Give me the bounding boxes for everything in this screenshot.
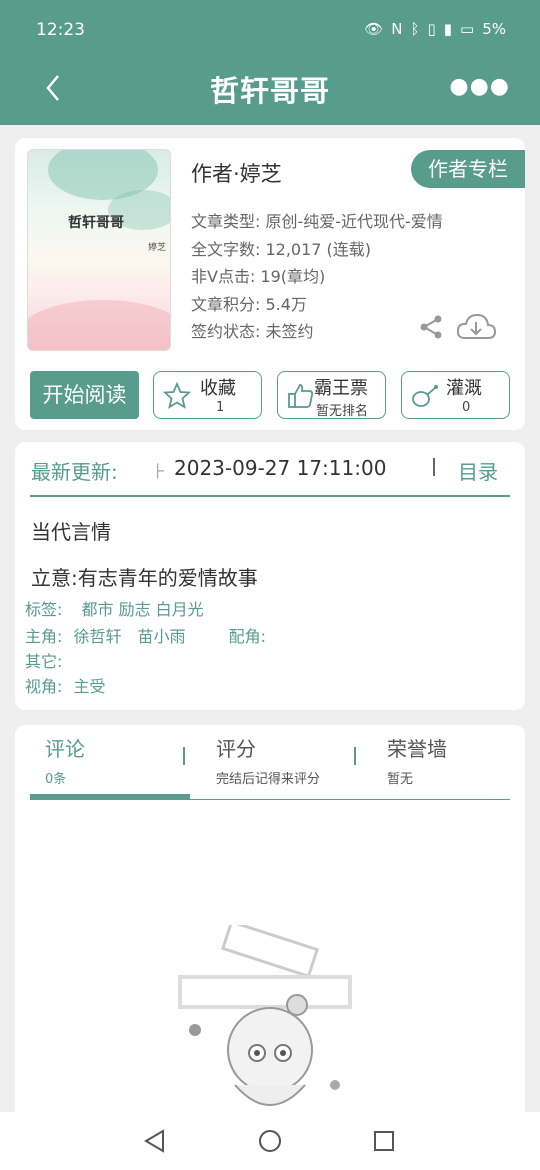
more-icon[interactable]: ●●● [449, 74, 510, 99]
book-info-card: 哲轩哥哥 婷芝 作者·婷芝 作者专栏 文章类型: 原创-纯爱-近代现代-爱情 全… [15, 138, 525, 430]
watering-can-icon [412, 385, 438, 407]
tab-rating[interactable]: 评分 完结后记得来评分 [216, 733, 320, 787]
favorite-label: 收藏 [200, 378, 236, 399]
status-icons: 👁 N ᛒ ▯ ▮ ▭ 5% [364, 20, 506, 38]
tab-honor-sub: 暂无 [387, 772, 414, 787]
pov-row: 视角: 主受 [25, 673, 106, 697]
lead-value: 徐哲轩 苗小雨 [73, 627, 186, 646]
latest-update-time[interactable]: 2023-09-27 17:11:00 [174, 456, 386, 480]
latest-update-label: 最新更新: [31, 460, 118, 484]
tags-row: 标签: 都市 励志 白月光 [25, 596, 204, 620]
author-name[interactable]: 作者·婷芝 [191, 158, 282, 188]
meta-wordcount: 全文字数: 12,017 (连载) [191, 239, 372, 259]
tab-comments-count: 0条 [45, 772, 67, 787]
book-cover[interactable]: 哲轩哥哥 婷芝 [27, 149, 171, 351]
lead-label: 主角: [25, 627, 63, 646]
support-label: 配角: [228, 627, 267, 646]
tags-value[interactable]: 都市 励志 白月光 [82, 600, 204, 619]
update-marker: ⺊ [151, 462, 168, 481]
lead-row: 主角: 徐哲轩 苗小雨 配角: [25, 623, 266, 647]
pov-label: 视角: [25, 677, 63, 696]
irrigate-button[interactable]: 灌溉 0 [401, 371, 510, 419]
irrigate-label: 灌溉 [446, 378, 482, 399]
star-icon [162, 381, 192, 409]
start-reading-button[interactable]: 开始阅读 [30, 371, 139, 419]
genre: 当代言情 [31, 520, 111, 544]
meta-sign-status: 签约状态: 未签约 [191, 322, 314, 341]
tags-label: 标签: [25, 600, 63, 619]
author-column-button[interactable]: 作者专栏 [411, 150, 525, 188]
update-underline [30, 495, 510, 497]
nav-back-icon[interactable] [143, 1129, 167, 1153]
eye-icon: 👁 [364, 20, 384, 38]
status-time: 12:23 [36, 20, 85, 40]
update-divider [433, 458, 435, 476]
tab-comments-title: 评论 [45, 737, 85, 761]
details-card: 最新更新: ⺊ 2023-09-27 17:11:00 目录 当代言情 立意:有… [15, 442, 525, 710]
overlord-rank: 暂无排名 [316, 404, 369, 419]
tab-indicator [30, 794, 190, 800]
tab-rating-sub: 完结后记得来评分 [216, 772, 321, 787]
empty-state-illustration [178, 925, 352, 1106]
tab-rating-title: 评分 [216, 737, 256, 761]
tab-divider [183, 747, 185, 765]
nav-recent-icon[interactable] [373, 1130, 395, 1152]
reviews-card: 评论 0条 评分 完结后记得来评分 荣誉墙 暂无 [15, 725, 525, 1125]
meta-clicks: 非V点击: 19(章均) [191, 267, 326, 286]
nfc-icon: N [391, 20, 403, 38]
cover-blossom [28, 300, 170, 350]
pov-value: 主受 [73, 677, 106, 696]
share-icon[interactable] [418, 314, 444, 340]
battery-icon: ▭ [460, 20, 475, 38]
thumb-icon [288, 384, 314, 408]
tab-honor-title: 荣誉墙 [387, 737, 447, 761]
overlord-ticket-button[interactable]: 霸王票 暂无排名 [277, 371, 386, 419]
battery-percent: 5% [482, 20, 506, 38]
table-of-contents-link[interactable]: 目录 [458, 456, 498, 485]
meta-score: 文章积分: 5.4万 [191, 294, 307, 314]
favorite-button[interactable]: 收藏 1 [153, 371, 262, 419]
other-label: 其它: [25, 652, 63, 671]
overlord-label: 霸王票 [314, 378, 368, 399]
cover-author: 婷芝 [148, 243, 167, 253]
favorite-count: 1 [216, 400, 225, 415]
bluetooth-icon: ᛒ [410, 20, 420, 38]
tab-divider [354, 747, 356, 765]
tab-honor-wall[interactable]: 荣誉墙 暂无 [387, 733, 447, 787]
download-icon[interactable] [455, 312, 497, 342]
vibrate-icon: ▯ [427, 20, 436, 38]
book-meta: 文章类型: 原创-纯爱-近代现代-爱情 全文字数: 12,017 (连载) 非V… [191, 208, 443, 346]
signal-icon: ▮ [443, 20, 453, 38]
system-nav-bar [0, 1112, 540, 1170]
nav-home-icon[interactable] [258, 1129, 282, 1153]
app-bar: 哲轩哥哥 ●●● [0, 60, 540, 125]
irrigate-count: 0 [462, 400, 471, 415]
meta-type: 文章类型: 原创-纯爱-近代现代-爱情 [191, 212, 443, 231]
cover-title: 哲轩哥哥 [68, 215, 124, 231]
theme: 立意:有志青年的爱情故事 [31, 566, 258, 590]
status-bar: 12:23 👁 N ᛒ ▯ ▮ ▭ 5% [0, 0, 540, 60]
tab-comments[interactable]: 评论 0条 [45, 733, 85, 787]
other-row: 其它: [25, 648, 62, 672]
